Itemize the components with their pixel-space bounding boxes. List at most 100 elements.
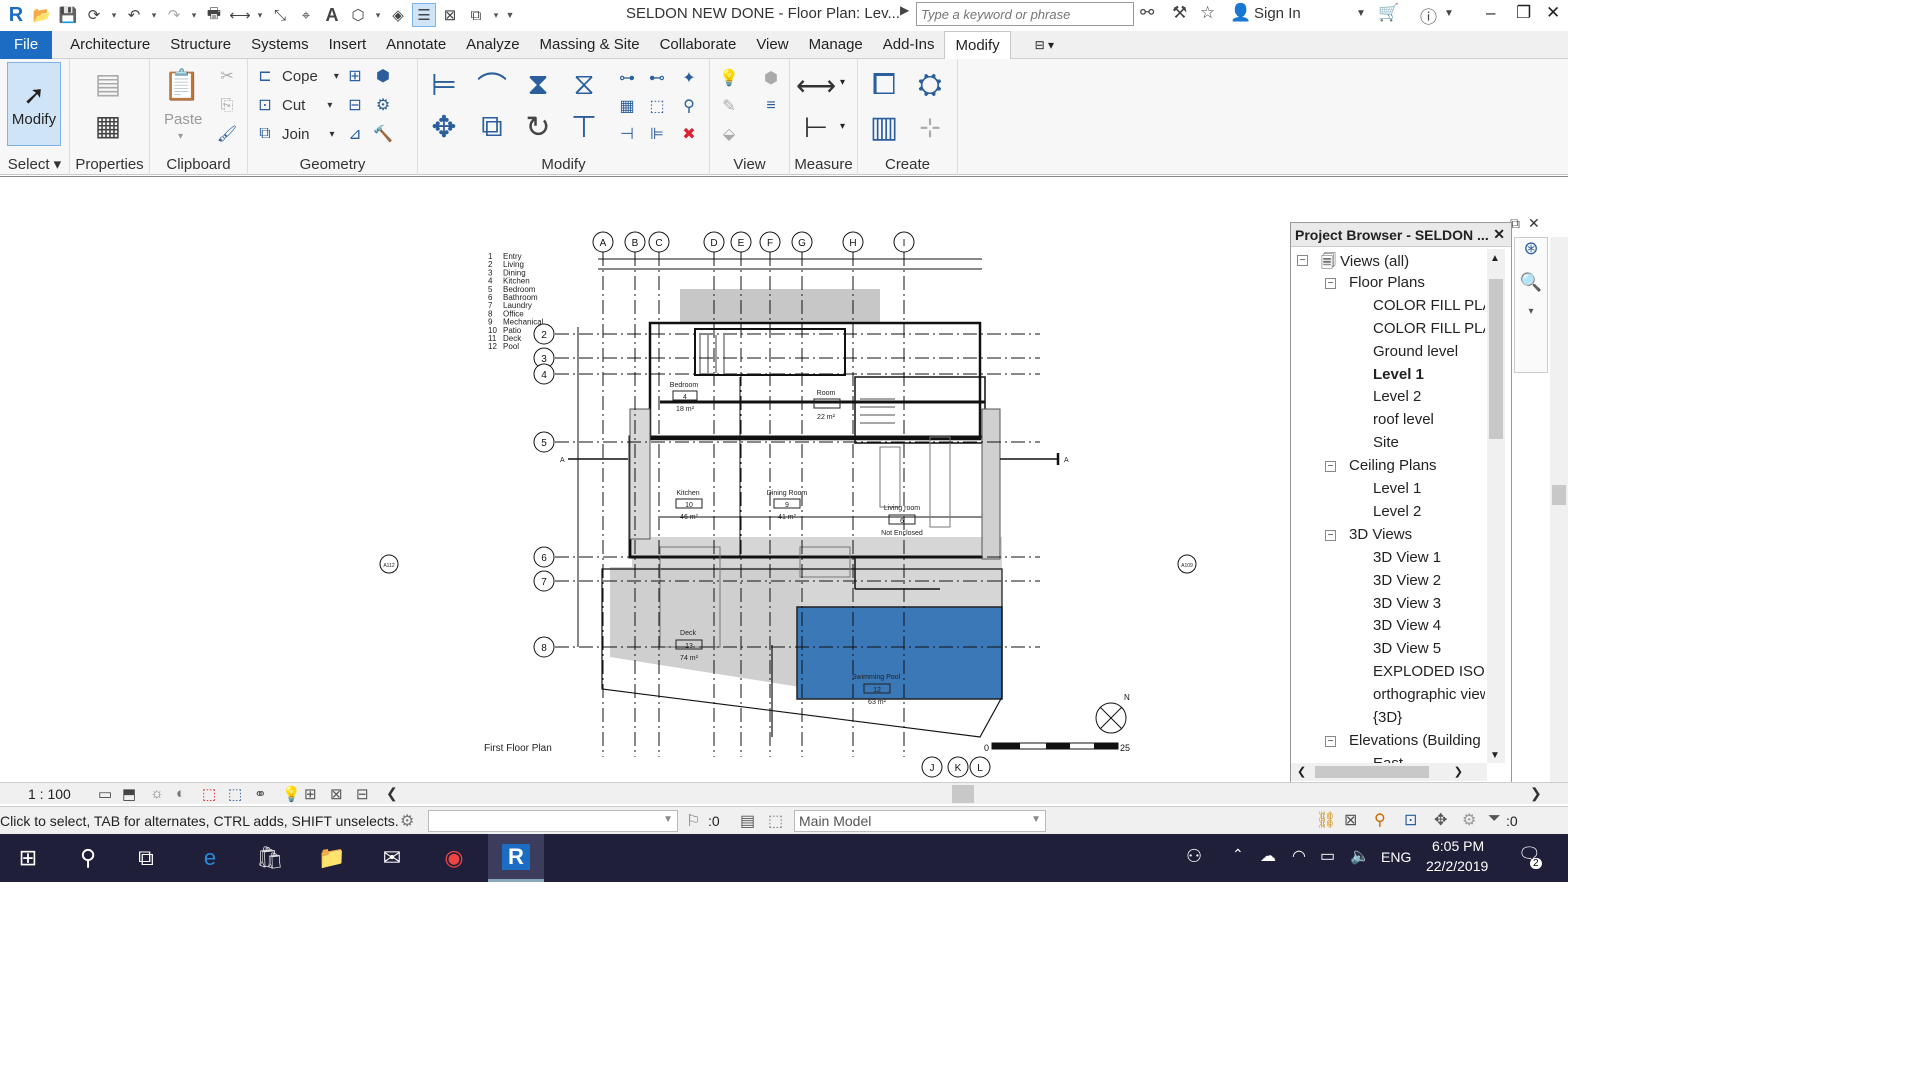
- scroll-left-icon[interactable]: ❮: [386, 785, 398, 802]
- revit-logo-icon[interactable]: R: [4, 3, 28, 27]
- measure-between-icon[interactable]: ⟷: [796, 67, 836, 103]
- grid-bubble-i[interactable]: I: [893, 231, 915, 253]
- tree-item[interactable]: COLOR FILL PLAN: [1373, 320, 1485, 337]
- chevron-down-icon[interactable]: ▾: [840, 121, 845, 132]
- tree-root-views[interactable]: 🗐 Views (all): [1321, 251, 1485, 276]
- tree-item[interactable]: 3D View 1: [1373, 549, 1485, 566]
- tree-item[interactable]: orthographic view: [1373, 686, 1485, 703]
- tab-structure[interactable]: Structure: [160, 31, 241, 59]
- save-icon[interactable]: 💾: [56, 3, 80, 27]
- trim-single-icon[interactable]: ⊣: [616, 123, 638, 145]
- vertical-scrollbar[interactable]: [1550, 237, 1568, 783]
- measure-icon[interactable]: ⟷: [228, 3, 252, 27]
- properties-icon[interactable]: ▦: [88, 105, 128, 145]
- chevron-down-icon[interactable]: ▾: [254, 3, 266, 27]
- mirror-draw-axis-icon[interactable]: ⧖: [564, 65, 604, 105]
- create-similar-icon[interactable]: ⊹: [910, 107, 950, 147]
- thin-lines-icon[interactable]: ≡: [760, 95, 782, 117]
- tab-systems[interactable]: Systems: [241, 31, 319, 59]
- split-face-icon[interactable]: ⊟: [344, 94, 366, 116]
- chevron-down-icon[interactable]: ▾: [178, 131, 183, 142]
- cart-icon[interactable]: 🛒: [1378, 3, 1399, 23]
- text-icon[interactable]: A: [320, 3, 344, 27]
- tree-item[interactable]: 3D View 2: [1373, 572, 1485, 589]
- shadows-icon[interactable]: ◐: [176, 785, 185, 802]
- cope-button[interactable]: ⊏ Cope ▾: [254, 65, 339, 87]
- sign-in-link[interactable]: Sign In: [1254, 5, 1301, 22]
- collapse-toggle-icon[interactable]: −: [1325, 461, 1336, 473]
- tab-view[interactable]: View: [746, 31, 798, 59]
- editing-requests-icon[interactable]: ⚐: [686, 811, 700, 831]
- grid-bubble-2[interactable]: 2: [533, 323, 555, 345]
- grid-bubble-b[interactable]: B: [624, 231, 646, 253]
- rotate-icon[interactable]: ↻: [518, 107, 558, 147]
- mirror-pick-axis-icon[interactable]: ⧗: [518, 65, 558, 105]
- tab-analyze[interactable]: Analyze: [456, 31, 529, 59]
- thin-lines-icon[interactable]: ☰: [412, 3, 436, 27]
- chevron-down-icon[interactable]: ▼: [1356, 8, 1366, 19]
- tree-item[interactable]: COLOR FILL PLAN: [1373, 297, 1485, 314]
- tab-architecture[interactable]: Architecture: [60, 31, 160, 59]
- tab-insert[interactable]: Insert: [319, 31, 377, 59]
- sync-icon[interactable]: ⟳: [82, 3, 106, 27]
- user-icon[interactable]: 👤: [1230, 3, 1251, 23]
- people-icon[interactable]: ⚇: [1186, 846, 1202, 867]
- detail-level-icon[interactable]: ▭: [98, 785, 112, 803]
- tab-massing-site[interactable]: Massing & Site: [530, 31, 650, 59]
- paint-bucket-icon[interactable]: ⬙: [718, 123, 740, 145]
- favorites-star-icon[interactable]: ☆: [1200, 3, 1215, 23]
- tab-add-ins[interactable]: Add-Ins: [873, 31, 945, 59]
- chevron-right-icon[interactable]: ▶: [900, 3, 909, 17]
- steering-wheel-icon[interactable]: ⊛: [1515, 238, 1547, 272]
- delete-icon[interactable]: ✖: [678, 123, 700, 145]
- horizontal-scroll-thumb[interactable]: [952, 785, 974, 803]
- onedrive-icon[interactable]: ☁: [1260, 846, 1276, 866]
- scale-icon[interactable]: ⬚: [646, 95, 668, 117]
- modify-button[interactable]: ➚ Modify: [7, 62, 61, 146]
- tab-file[interactable]: File: [0, 30, 53, 59]
- workset-dropdown[interactable]: ▼: [428, 810, 678, 832]
- split-gap-icon[interactable]: ⊷: [646, 67, 668, 89]
- scroll-right-icon[interactable]: ❯: [1530, 785, 1542, 802]
- analytical-model-icon[interactable]: ⊠: [330, 785, 343, 803]
- help-icon[interactable]: ⓘ: [1420, 3, 1437, 28]
- chevron-down-icon[interactable]: ▾: [188, 3, 200, 27]
- minimize-icon[interactable]: –: [1486, 3, 1495, 23]
- tree-item[interactable]: Level 1: [1373, 480, 1485, 497]
- grid-bubble-l[interactable]: L: [969, 756, 991, 778]
- tree-group[interactable]: Ceiling Plans: [1349, 457, 1485, 474]
- tab-modify[interactable]: Modify: [944, 30, 1011, 59]
- hammer-icon[interactable]: 🔨: [372, 123, 394, 145]
- create-parts-icon[interactable]: ⛭: [910, 65, 950, 105]
- clock-date[interactable]: 22/2/2019: [1426, 858, 1488, 874]
- override-graphics-icon[interactable]: ⬢: [760, 67, 782, 89]
- filter-icon[interactable]: ⏷: [1488, 810, 1501, 828]
- grid-bubble-k[interactable]: K: [947, 756, 969, 778]
- grid-bubble-h[interactable]: H: [842, 231, 864, 253]
- close-icon[interactable]: ✕: [1493, 226, 1505, 243]
- restore-icon[interactable]: ❐: [1516, 3, 1531, 23]
- linework-icon[interactable]: ✎: [718, 95, 740, 117]
- edge-browser-icon[interactable]: e: [182, 834, 238, 882]
- tag-icon[interactable]: ⌖: [294, 3, 318, 27]
- worksharing-icon[interactable]: ⊞: [304, 785, 317, 803]
- trim-extend-icon[interactable]: ⊤: [564, 107, 604, 147]
- create-assembly-icon[interactable]: ⧠: [864, 65, 904, 105]
- grid-bubble-7[interactable]: 7: [533, 570, 555, 592]
- volume-icon[interactable]: 🔈: [1350, 846, 1370, 866]
- join-roof-icon[interactable]: ⊿: [344, 123, 366, 145]
- chrome-icon[interactable]: ◉: [426, 834, 482, 882]
- chevron-down-icon[interactable]: ▾: [1515, 306, 1547, 340]
- close-pane-icon[interactable]: ✕: [1528, 215, 1546, 233]
- temp-hide-icon[interactable]: ⚭: [254, 785, 267, 803]
- pb-vertical-scrollbar[interactable]: ▲ ▼: [1487, 249, 1505, 763]
- search-icon[interactable]: ⚲: [60, 834, 116, 882]
- wifi-icon[interactable]: ◠: [1292, 846, 1306, 866]
- copy-element-icon[interactable]: ⧉: [472, 107, 512, 147]
- split-element-icon[interactable]: ⊶: [616, 67, 638, 89]
- wall-joins-icon[interactable]: ⊞: [344, 65, 366, 87]
- redo-icon[interactable]: ↷: [162, 3, 186, 27]
- chevron-down-icon[interactable]: ▾: [108, 3, 120, 27]
- grid-bubble-5[interactable]: 5: [533, 431, 555, 453]
- show-crop-icon[interactable]: ⬚: [228, 785, 242, 803]
